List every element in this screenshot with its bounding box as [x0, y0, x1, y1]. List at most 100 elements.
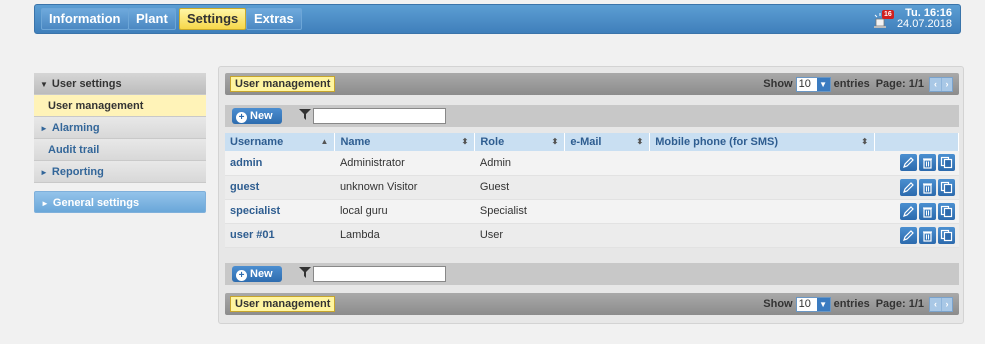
cell-username[interactable]: admin — [225, 151, 335, 176]
chevron-down-icon: ▼ — [816, 297, 830, 311]
cell-phone — [649, 223, 875, 248]
cell-role: Guest — [474, 175, 565, 200]
prev-page-icon[interactable]: ‹ — [930, 78, 941, 91]
next-page-icon[interactable]: › — [941, 297, 952, 311]
sidebar-item-label: Audit trail — [48, 144, 100, 156]
cell-name: local guru — [334, 199, 475, 224]
edit-icon[interactable] — [899, 226, 917, 244]
sort-icon: ⬍ — [551, 137, 559, 146]
sort-icon: ⬍ — [861, 137, 869, 146]
filter-icon — [299, 108, 311, 124]
col-label: Name — [340, 136, 371, 148]
cell-email — [564, 175, 650, 200]
tab-plant[interactable]: Plant — [128, 8, 176, 30]
col-label: e-Mail — [570, 136, 602, 148]
col-label: Role — [480, 136, 505, 148]
col-role[interactable]: Role ⬍ — [474, 133, 566, 151]
filter-input[interactable] — [313, 266, 446, 282]
cell-username[interactable]: specialist — [225, 199, 335, 224]
alarm-icon[interactable]: 16 — [873, 9, 895, 29]
col-actions — [874, 133, 959, 151]
plus-icon: + — [236, 112, 247, 123]
plus-icon: + — [236, 270, 247, 281]
sidebar: ▼ User settings User management ► Alarming… — [34, 73, 206, 213]
caret-right-icon: ► — [40, 168, 48, 177]
alarm-count-badge: 16 — [882, 10, 894, 19]
col-email[interactable]: e-Mail ⬍ — [564, 133, 651, 151]
col-username[interactable]: Username ▲ — [225, 133, 336, 151]
sort-asc-icon: ▲ — [320, 137, 329, 146]
filter-icon — [299, 266, 311, 282]
filter-input[interactable] — [313, 108, 446, 124]
cell-name: Lambda — [334, 223, 475, 248]
sidebar-item-audit-trail[interactable]: Audit trail — [34, 139, 206, 161]
users-table: Username ▲ Name ⬍ Role ⬍ e-Mail ⬍ Mobile pho… — [225, 133, 959, 248]
panel-title: User management — [230, 76, 336, 92]
entries-select[interactable]: 10 ▼ — [795, 296, 831, 312]
cell-role: User — [474, 223, 565, 248]
copy-icon[interactable] — [937, 202, 955, 220]
sidebar-item-general-settings[interactable]: ► General settings — [34, 191, 206, 213]
edit-icon[interactable] — [899, 178, 917, 196]
col-name[interactable]: Name ⬍ — [334, 133, 476, 151]
edit-icon[interactable] — [899, 202, 917, 220]
row-actions — [874, 175, 959, 200]
table-row[interactable]: user #01 Lambda User — [225, 223, 959, 248]
entries-label: entries — [833, 298, 870, 310]
pager: ‹ › — [929, 296, 953, 312]
cell-email — [564, 199, 650, 224]
table-row[interactable]: admin Administrator Admin — [225, 151, 959, 176]
clock-date: 24.07.2018 — [896, 18, 952, 30]
new-button-label: New — [250, 268, 273, 280]
clock: Tu. 16:16 24.07.2018 — [897, 8, 952, 30]
tab-extras[interactable]: Extras — [246, 8, 302, 30]
row-actions — [874, 151, 959, 176]
new-user-button[interactable]: + New — [232, 108, 282, 124]
tab-information[interactable]: Information — [41, 8, 129, 30]
cell-phone — [649, 175, 875, 200]
copy-icon[interactable] — [937, 178, 955, 196]
sidebar-item-user-settings[interactable]: ▼ User settings — [34, 73, 206, 95]
top-nav-bar: Information Plant Settings Extras 16 Tu.… — [34, 4, 961, 34]
cell-email — [564, 151, 650, 176]
delete-icon[interactable] — [918, 202, 936, 220]
next-page-icon[interactable]: › — [941, 77, 952, 91]
delete-icon[interactable] — [918, 178, 936, 196]
pager: ‹ › — [929, 76, 953, 92]
sidebar-item-user-management[interactable]: User management — [34, 95, 206, 117]
chevron-down-icon: ▼ — [816, 77, 830, 91]
table-row[interactable]: specialist local guru Specialist — [225, 199, 959, 224]
copy-icon[interactable] — [937, 154, 955, 172]
cell-username[interactable]: user #01 — [225, 223, 335, 248]
col-phone[interactable]: Mobile phone (for SMS) ⬍ — [649, 133, 876, 151]
tab-settings[interactable]: Settings — [179, 8, 247, 30]
cell-phone — [649, 151, 875, 176]
delete-icon[interactable] — [918, 226, 936, 244]
cell-name: Administrator — [334, 151, 475, 176]
panel-header-bar: User management Show 10 ▼ entries Page: 1… — [225, 73, 959, 95]
cell-email — [564, 223, 650, 248]
entries-select[interactable]: 10 ▼ — [795, 76, 831, 92]
sort-icon: ⬍ — [461, 137, 469, 146]
new-button-label: New — [250, 110, 273, 122]
edit-icon[interactable] — [899, 154, 917, 172]
table-row[interactable]: guest unknown Visitor Guest — [225, 175, 959, 200]
prev-page-icon[interactable]: ‹ — [930, 298, 941, 311]
copy-icon[interactable] — [937, 226, 955, 244]
cell-username[interactable]: guest — [225, 175, 335, 200]
sidebar-item-label: Reporting — [51, 166, 104, 178]
entries-value: 10 — [798, 77, 811, 90]
row-actions — [874, 199, 959, 224]
entries-value: 10 — [798, 297, 811, 310]
sidebar-item-reporting[interactable]: ► Reporting — [34, 161, 206, 183]
sidebar-item-label: Alarming — [51, 122, 100, 134]
new-user-button[interactable]: + New — [232, 266, 282, 282]
panel-title: User management — [230, 296, 336, 312]
delete-icon[interactable] — [918, 154, 936, 172]
row-actions — [874, 223, 959, 248]
col-label: Username — [230, 136, 284, 148]
show-label: Show — [763, 298, 793, 310]
sidebar-item-alarming[interactable]: ► Alarming — [34, 117, 206, 139]
page-label: Page: 1/1 — [875, 298, 924, 310]
cell-phone — [649, 199, 875, 224]
